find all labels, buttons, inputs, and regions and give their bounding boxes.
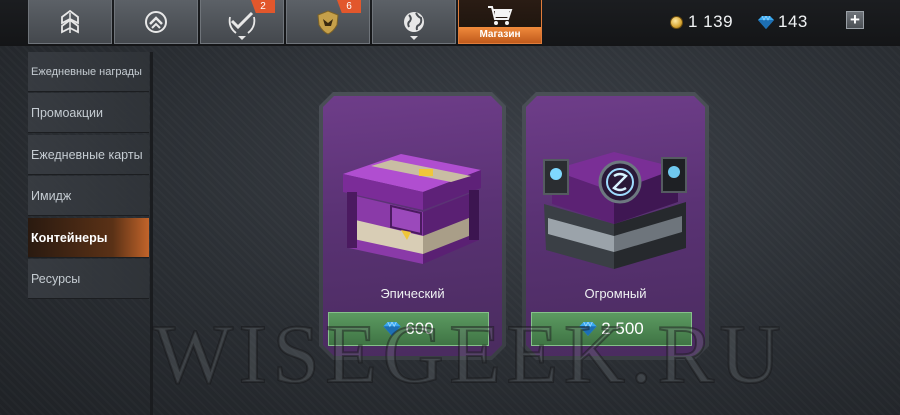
sidebar-item-daily-rewards[interactable]: Ежедневные награды <box>28 52 149 92</box>
gem-amount: 143 <box>778 12 808 31</box>
rank-insignia-icon <box>61 9 79 33</box>
watermark: WISEGEEK.RU <box>153 307 787 400</box>
sidebar-item-label: Ежедневные награды <box>31 65 142 78</box>
tab-shop[interactable]: Магазин <box>458 0 542 44</box>
huge-container-image <box>534 114 694 274</box>
tab-clan[interactable]: 6 <box>286 0 370 44</box>
shopping-cart-icon <box>488 5 513 25</box>
gold-coin-icon <box>670 15 683 29</box>
sidebar-item-label: Контейнеры <box>31 230 108 245</box>
sidebar-item-label: Ресурсы <box>31 271 81 286</box>
sidebar-item-daily-cards[interactable]: Ежедневные карты <box>28 135 149 175</box>
gold-balance: 1 139 <box>670 12 733 32</box>
container-name: Эпический <box>380 286 445 301</box>
epic-container-image <box>331 114 491 274</box>
tab-rank[interactable] <box>28 0 112 44</box>
chevron-down-icon <box>410 36 418 40</box>
sidebar-item-label: Имидж <box>31 188 72 203</box>
tab-missions[interactable]: 2 <box>200 0 284 44</box>
sidebar-item-label: Промоакции <box>31 105 103 120</box>
tab-upgrade[interactable] <box>114 0 198 44</box>
tab-shop-label: Магазин <box>459 27 541 43</box>
sidebar-item-resources[interactable]: Ресурсы <box>28 259 149 299</box>
container-name: Огромный <box>584 286 647 301</box>
sidebar-item-label: Ежедневные карты <box>31 147 143 162</box>
top-nav-bar: 2 6 Магазин 1 139 143 + <box>0 0 900 46</box>
tab-world[interactable] <box>372 0 456 44</box>
chevron-down-icon <box>238 36 246 40</box>
watermark-text: WISEGEEK.RU <box>154 308 787 400</box>
sidebar-item-image[interactable]: Имидж <box>28 176 149 216</box>
add-currency-button[interactable]: + <box>846 11 864 29</box>
sidebar-item-promotions[interactable]: Промоакции <box>28 93 149 133</box>
gold-amount: 1 139 <box>688 12 734 31</box>
gem-balance: 143 <box>758 12 808 32</box>
missions-check-icon <box>228 11 256 34</box>
gem-icon <box>758 15 774 29</box>
sidebar-item-containers[interactable]: Контейнеры <box>28 218 149 258</box>
upgrade-arrow-icon <box>145 10 167 33</box>
globe-icon <box>404 11 424 32</box>
clan-emblem-icon <box>317 9 339 35</box>
